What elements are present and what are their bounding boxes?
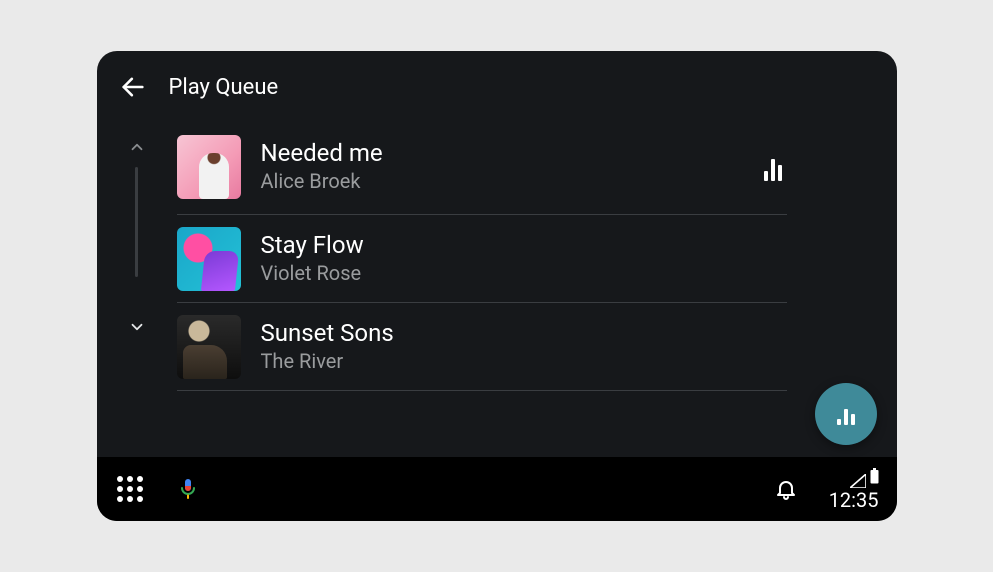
status-area: 12:35 xyxy=(829,468,879,510)
scroll-thumb[interactable] xyxy=(135,167,138,277)
equalizer-icon xyxy=(764,159,782,181)
queue-list: Needed me Alice Broek Stay Flow xyxy=(177,123,897,457)
now-playing-fab[interactable] xyxy=(815,383,877,445)
scroll-controls xyxy=(97,123,177,457)
track-meta: Stay Flow Violet Rose xyxy=(261,232,787,285)
now-playing-indicator xyxy=(759,153,787,181)
track-title: Sunset Sons xyxy=(261,320,787,348)
arrow-left-icon xyxy=(119,73,147,101)
header-bar: Play Queue xyxy=(97,51,897,123)
track-meta: Sunset Sons The River xyxy=(261,320,787,373)
bottom-nav: 12:35 xyxy=(97,457,897,521)
track-artist: Violet Rose xyxy=(261,262,787,285)
scroll-up-button[interactable] xyxy=(125,135,149,159)
clock: 12:35 xyxy=(829,490,879,510)
mic-button[interactable] xyxy=(173,474,203,504)
apps-button[interactable] xyxy=(115,474,145,504)
notifications-button[interactable] xyxy=(771,474,801,504)
mic-icon xyxy=(176,477,200,501)
chevron-up-icon xyxy=(128,138,146,156)
queue-row[interactable]: Sunset Sons The River xyxy=(177,303,787,391)
queue-row[interactable]: Needed me Alice Broek xyxy=(177,127,787,215)
queue-row[interactable]: Stay Flow Violet Rose xyxy=(177,215,787,303)
track-artist: The River xyxy=(261,350,787,373)
scroll-down-button[interactable] xyxy=(125,315,149,339)
scroll-track[interactable] xyxy=(135,167,138,307)
bell-icon xyxy=(774,477,798,501)
album-art xyxy=(177,227,241,291)
track-title: Stay Flow xyxy=(261,232,787,260)
apps-grid-icon xyxy=(117,476,143,502)
cell-signal-icon xyxy=(850,472,866,488)
chevron-down-icon xyxy=(128,318,146,336)
content-area: Needed me Alice Broek Stay Flow xyxy=(97,123,897,457)
album-art xyxy=(177,315,241,379)
track-title: Needed me xyxy=(261,140,739,168)
track-artist: Alice Broek xyxy=(261,170,739,193)
battery-icon xyxy=(870,468,879,488)
album-art xyxy=(177,135,241,199)
app-window: Play Queue xyxy=(97,51,897,521)
track-meta: Needed me Alice Broek xyxy=(261,140,739,193)
page-title: Play Queue xyxy=(169,75,279,100)
back-button[interactable] xyxy=(115,69,151,105)
equalizer-icon xyxy=(837,403,855,425)
